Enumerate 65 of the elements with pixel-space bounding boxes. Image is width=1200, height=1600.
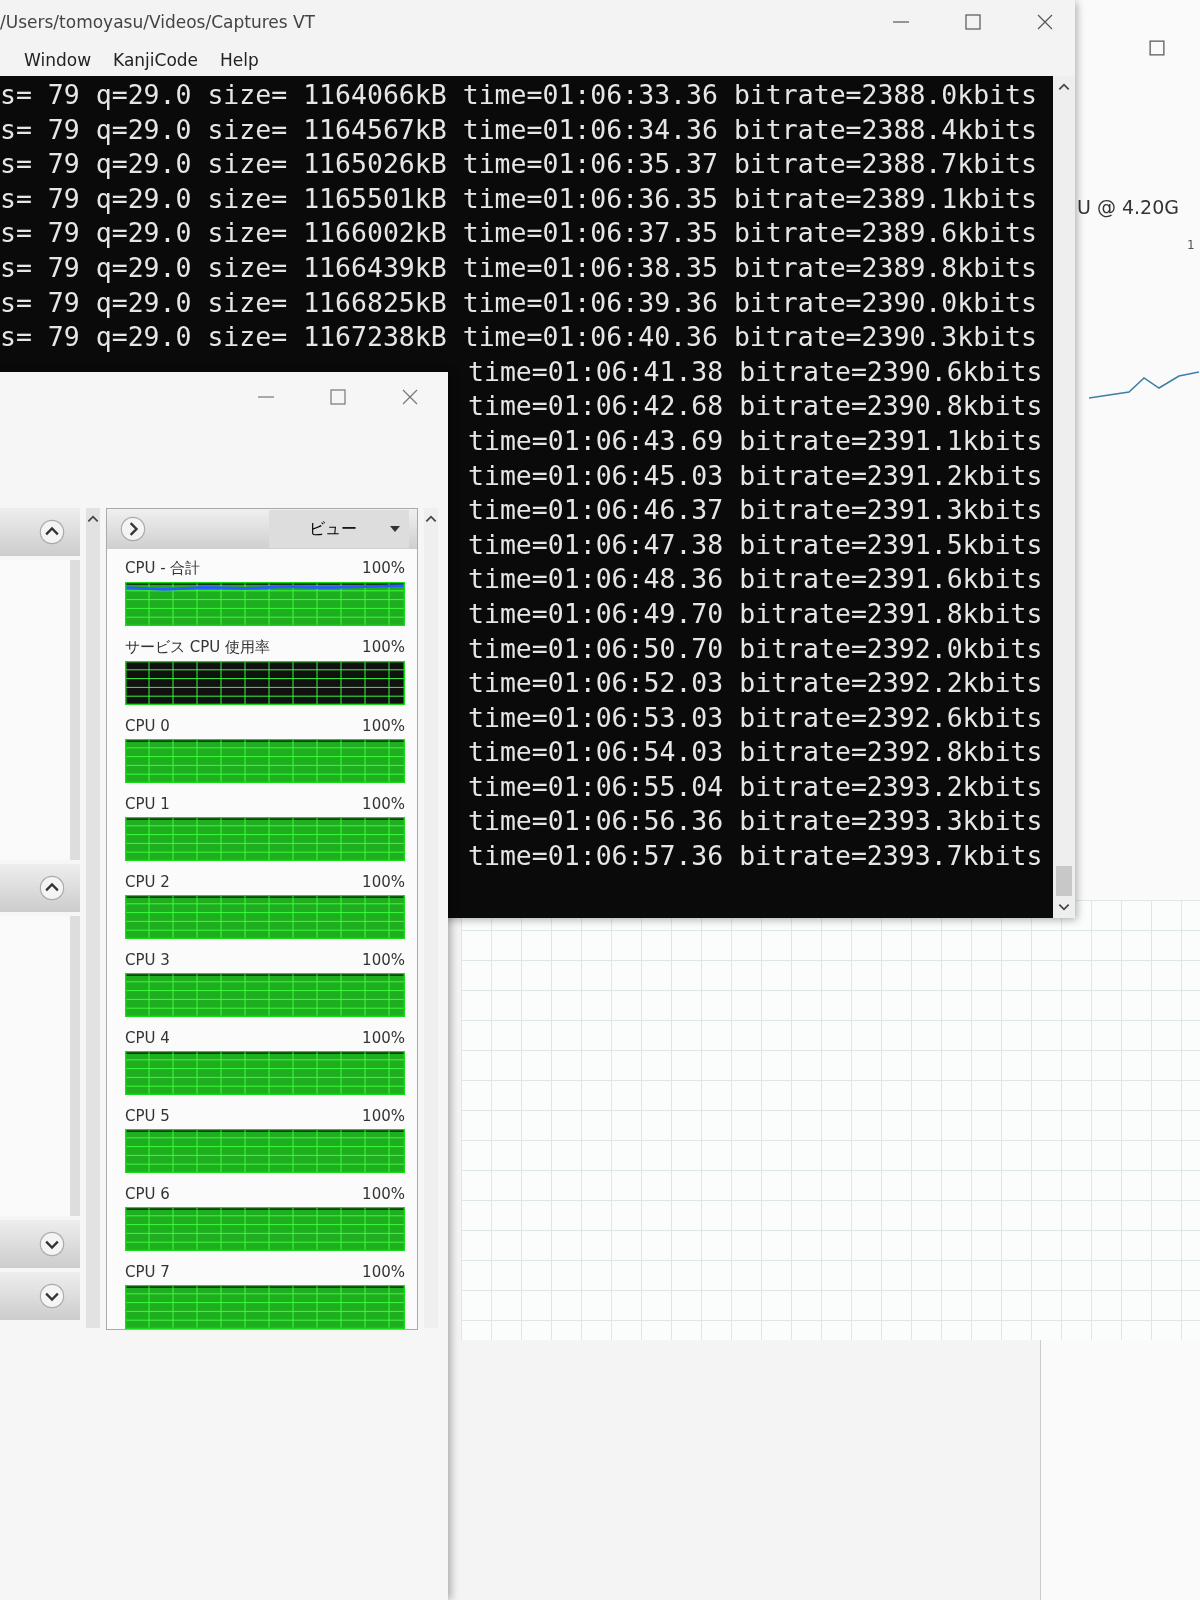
graph-label: CPU 5 [125, 1107, 170, 1125]
close-icon[interactable] [1035, 12, 1055, 32]
view-dropdown[interactable]: ビュー [269, 510, 409, 548]
console-line: time=01:06:54.03 bitrate=2392.8kbits [468, 735, 1043, 770]
maximize-icon[interactable] [963, 12, 983, 32]
console-line: time=01:06:50.70 bitrate=2392.0kbits [468, 631, 1043, 666]
console-line: s= 79 q=29.0 size= 1167238kB time=01:06:40.36 bitrate=2390.3kbits [0, 320, 1038, 355]
expand-icon[interactable] [38, 1282, 66, 1310]
collapse-icon[interactable] [38, 518, 66, 546]
maximize-icon[interactable] [1149, 40, 1165, 56]
graph-label: CPU 3 [125, 951, 170, 969]
menu-item[interactable]: Window [24, 50, 92, 70]
console-line: s= 79 q=29.0 size= 1164567kB time=01:06:34.36 bitrate=2388.4kbits [0, 112, 1038, 147]
console-line: s= 79 q=29.0 size= 1166825kB time=01:06:39.36 bitrate=2390.0kbits [0, 285, 1038, 320]
graph-label: CPU 2 [125, 873, 170, 891]
menu-item[interactable]: KanjiCode [113, 50, 199, 70]
console-line: time=01:06:42.68 bitrate=2390.8kbits [468, 389, 1043, 424]
graph-percent: 100% [362, 795, 405, 813]
console-line: time=01:06:53.03 bitrate=2392.6kbits [468, 700, 1043, 735]
graph-label: CPU 6 [125, 1185, 170, 1203]
console-line: s= 79 q=29.0 size= 1166439kB time=01:06:38.35 bitrate=2389.8kbits [0, 250, 1038, 285]
collapse-icon[interactable] [38, 874, 66, 902]
graph-label: CPU 4 [125, 1029, 170, 1047]
scrollbar[interactable] [424, 508, 438, 1328]
chevron-right-icon[interactable] [119, 515, 147, 543]
console-line: s= 79 q=29.0 size= 1165501kB time=01:06:36.35 bitrate=2389.1kbits [0, 181, 1038, 216]
graph-percent: 100% [362, 873, 405, 891]
console-line: time=01:06:47.38 bitrate=2391.5kbits [468, 527, 1043, 562]
window-title: /Users/tomoyasu/Videos/Captures VT [0, 12, 315, 32]
processor-name: U @ 4.20G [1077, 196, 1179, 218]
console-line: s= 79 q=29.0 size= 1166002kB time=01:06:37.35 bitrate=2389.6kbits [0, 216, 1038, 251]
graph-label: CPU - 合計 [125, 559, 201, 578]
graph-percent: 100% [362, 559, 405, 578]
console-line: time=01:06:56.36 bitrate=2393.3kbits [468, 804, 1043, 839]
graph-label: CPU 0 [125, 717, 170, 735]
console-line: s= 79 q=29.0 size= 1164066kB time=01:06:33.36 bitrate=2388.0kbits [0, 78, 1038, 112]
graph-label: CPU 7 [125, 1263, 170, 1281]
console-line: s= 79 q=29.0 size= 1165026kB time=01:06:35.37 bitrate=2388.7kbits [0, 147, 1038, 182]
graph-label: サービス CPU 使用率 [125, 638, 271, 657]
graph-percent: 100% [362, 1263, 405, 1281]
console-line: time=01:06:57.36 bitrate=2393.7kbits [468, 839, 1043, 874]
scrollbar-thumb[interactable] [1056, 866, 1072, 896]
console-line: time=01:06:49.70 bitrate=2391.8kbits [468, 596, 1043, 631]
menu-item[interactable]: Help [220, 50, 259, 70]
axis-label: 1 [1187, 238, 1195, 252]
console-line: time=01:06:48.36 bitrate=2391.6kbits [468, 562, 1043, 597]
console-line: time=01:06:52.03 bitrate=2392.2kbits [468, 666, 1043, 701]
close-icon[interactable] [400, 387, 420, 407]
graph-percent: 100% [362, 717, 405, 735]
console-line: time=01:06:45.03 bitrate=2391.2kbits [468, 458, 1043, 493]
graph-percent: 100% [362, 638, 405, 657]
graph-percent: 100% [362, 951, 405, 969]
caret-icon [389, 525, 401, 533]
console-line: time=01:06:55.04 bitrate=2393.2kbits [468, 769, 1043, 804]
console-line: time=01:06:43.69 bitrate=2391.1kbits [468, 423, 1043, 458]
expand-icon[interactable] [38, 1230, 66, 1258]
scrollbar[interactable] [86, 508, 100, 1328]
graph-percent: 100% [362, 1107, 405, 1125]
graph-percent: 100% [362, 1029, 405, 1047]
graph-label: CPU 1 [125, 795, 170, 813]
graph-percent: 100% [362, 1185, 405, 1203]
console-line: time=01:06:41.38 bitrate=2390.6kbits [468, 354, 1043, 389]
scrollbar[interactable] [1053, 76, 1075, 918]
console-line: time=01:06:46.37 bitrate=2391.3kbits [468, 493, 1043, 528]
maximize-icon[interactable] [328, 387, 348, 407]
